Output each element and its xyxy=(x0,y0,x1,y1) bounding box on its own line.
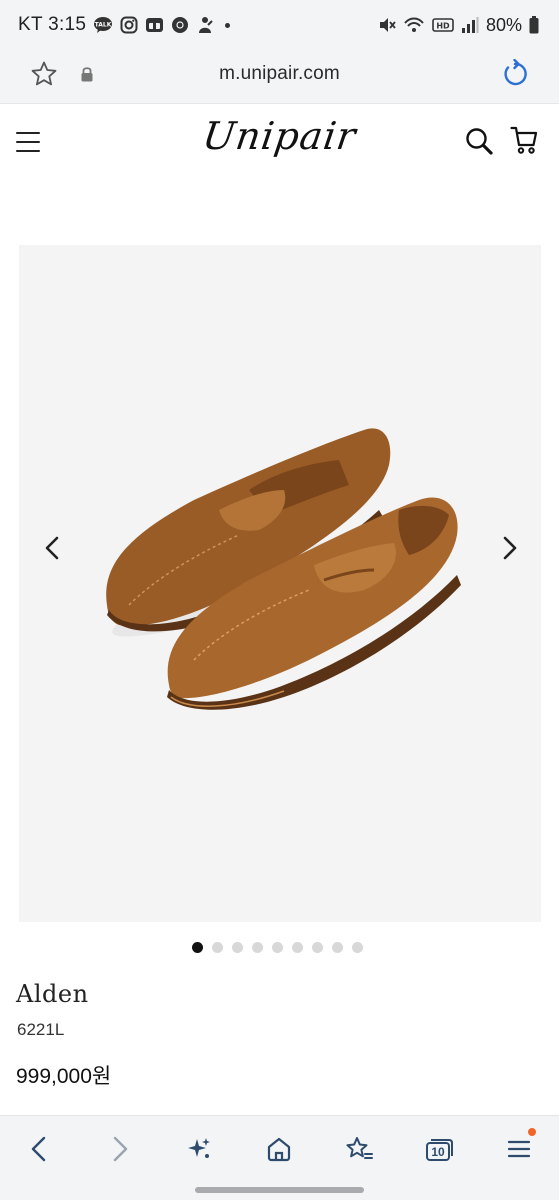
signal-icon xyxy=(461,16,479,34)
product-brand: Alden xyxy=(16,980,89,1008)
gallery-dot[interactable] xyxy=(232,942,243,953)
gallery-dot[interactable] xyxy=(312,942,323,953)
notification-dot-icon xyxy=(225,22,231,28)
product-price: 999,000원 xyxy=(16,1065,112,1088)
mute-icon xyxy=(378,16,396,34)
kakaotalk-icon: TALK xyxy=(93,16,113,34)
hd-icon: HD xyxy=(432,16,454,34)
chevron-left-icon[interactable] xyxy=(41,535,65,561)
app-icon xyxy=(196,16,214,34)
gallery-dot[interactable] xyxy=(192,942,203,953)
gallery-pagination xyxy=(0,942,557,953)
gallery-dot[interactable] xyxy=(332,942,343,953)
chevron-right-icon[interactable] xyxy=(497,535,521,561)
tabs-icon[interactable]: 10 xyxy=(422,1132,456,1166)
battery-icon xyxy=(529,16,539,34)
home-icon[interactable] xyxy=(262,1132,296,1166)
battery-percent: 80% xyxy=(485,14,522,35)
cart-icon[interactable] xyxy=(510,125,538,160)
browser-url-bar: m.unipair.com xyxy=(0,50,559,104)
ai-sparkle-icon[interactable] xyxy=(182,1132,216,1166)
product-model: 6221L xyxy=(17,1020,65,1039)
reload-icon[interactable] xyxy=(500,58,530,94)
gallery-dot[interactable] xyxy=(252,942,263,953)
gallery-dot[interactable] xyxy=(352,942,363,953)
site-header: Unipair xyxy=(0,104,559,182)
calendar-icon xyxy=(145,16,164,34)
search-icon[interactable] xyxy=(464,126,494,161)
instagram-icon xyxy=(120,16,138,34)
home-indicator[interactable] xyxy=(195,1187,364,1193)
forward-arrow-icon[interactable] xyxy=(103,1132,137,1166)
tab-count: 10 xyxy=(431,1145,445,1159)
bookmarks-icon[interactable] xyxy=(342,1132,376,1166)
menu-icon[interactable] xyxy=(502,1128,536,1166)
back-arrow-icon[interactable] xyxy=(22,1132,56,1166)
svg-text:TALK: TALK xyxy=(95,22,112,29)
wifi-icon xyxy=(403,16,425,34)
gallery-dot[interactable] xyxy=(292,942,303,953)
status-bar: KT 3:15 TALK HD 80% xyxy=(0,0,559,50)
product-image xyxy=(106,428,461,710)
chrome-icon xyxy=(171,16,189,34)
carrier-time: KT 3:15 xyxy=(18,14,87,35)
gallery-dot[interactable] xyxy=(272,942,283,953)
url-address-field[interactable]: m.unipair.com xyxy=(0,63,559,85)
svg-text:HD: HD xyxy=(436,22,450,31)
product-image-gallery[interactable] xyxy=(19,245,541,922)
notification-badge-icon xyxy=(528,1128,536,1136)
gallery-dot[interactable] xyxy=(212,942,223,953)
